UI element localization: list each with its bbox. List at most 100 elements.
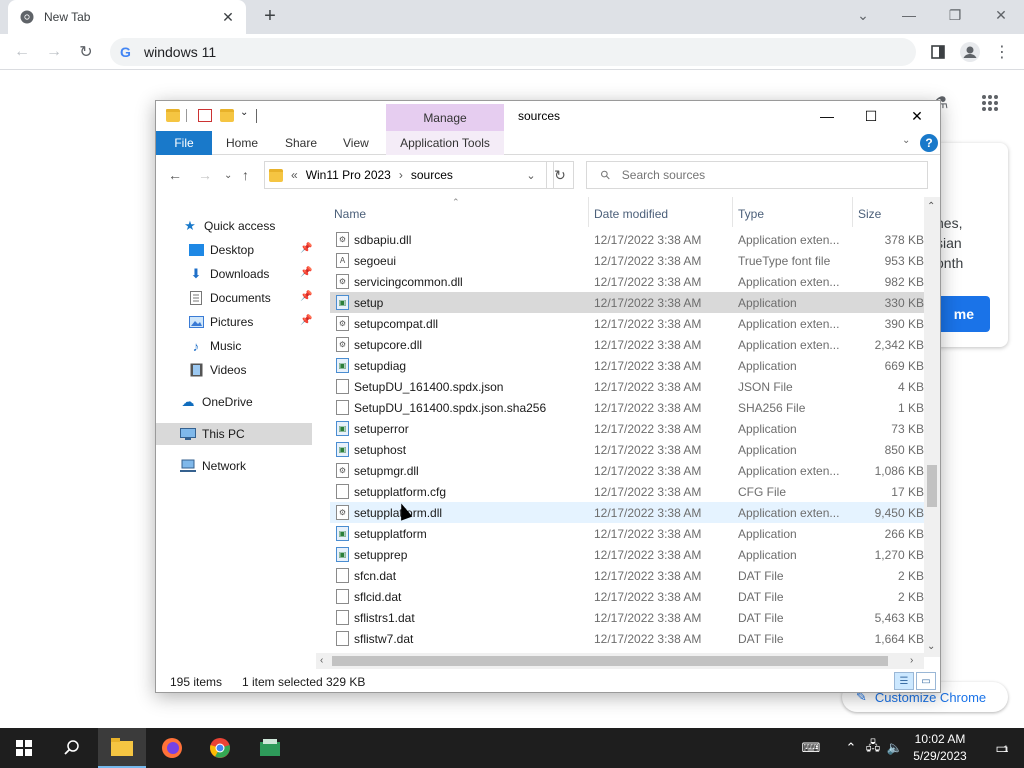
file-row[interactable]: sflistw7.dat 12/17/2022 3:38 AM DAT File 1,… [330,628,926,649]
file-row[interactable]: ▣ setuphost 12/17/2022 3:38 AM Application 8… [330,439,926,460]
column-divider[interactable] [588,197,589,227]
nav-desktop[interactable]: Desktop [188,239,254,261]
nav-documents[interactable]: Documents [188,287,271,309]
details-view-icon[interactable]: ☰ [894,672,914,690]
vertical-scrollbar[interactable]: ⌃ ⌄ [924,197,940,657]
file-row[interactable]: ⚙ servicingcommon.dll 12/17/2022 3:38 AM Ap… [330,271,926,292]
file-row[interactable]: sfcn.dat 12/17/2022 3:38 AM DAT File 2 KB [330,565,926,586]
column-divider[interactable] [852,197,853,227]
column-divider[interactable] [732,197,733,227]
chrome-menu-icon[interactable]: ⋮ [990,40,1014,64]
tab-close-icon[interactable]: ✕ [218,7,238,27]
scroll-down-icon[interactable]: ⌄ [927,641,935,652]
tab-application-tools[interactable]: Application Tools [386,131,504,155]
taskbar-clock[interactable]: 10:02 AM 5/29/2023 [908,731,972,765]
nav-videos[interactable]: Videos [188,359,246,381]
reload-icon[interactable]: ↻ [74,40,98,64]
back-icon[interactable]: ← [168,167,182,183]
file-row[interactable]: ⚙ setupmgr.dll 12/17/2022 3:38 AM Applicati… [330,460,926,481]
breadcrumb-separator[interactable]: › [399,168,403,182]
scroll-thumb[interactable] [332,656,888,666]
network-status-icon[interactable]: 🖧 [862,737,884,759]
nav-pictures[interactable]: Pictures [188,311,253,333]
volume-muted-icon[interactable]: 🔈 [884,740,906,756]
start-button[interactable] [0,728,48,768]
pin-icon[interactable]: 📌 [300,243,312,254]
forward-icon[interactable]: → [198,167,212,183]
nav-music[interactable]: ♪ Music [188,335,242,357]
file-row[interactable]: SetupDU_161400.spdx.json 12/17/2022 3:38 … [330,376,926,397]
expand-ribbon-icon[interactable]: ⌄ [902,135,910,146]
omnibox-input[interactable] [144,44,744,60]
explorer-close-icon[interactable]: ✕ [894,101,940,131]
file-row[interactable]: ⚙ sdbapiu.dll 12/17/2022 3:38 AM Applicatio… [330,229,926,250]
breadcrumb-win11[interactable]: Win11 Pro 2023 [306,168,391,182]
tab-file[interactable]: File [156,131,212,155]
search-box[interactable]: ⚲ [586,161,928,189]
tab-search-icon[interactable]: ⌄ [840,0,886,30]
up-icon[interactable]: ↑ [242,167,249,183]
explorer-minimize-icon[interactable]: — [804,101,850,131]
scroll-up-icon[interactable]: ⌃ [927,201,935,212]
file-row[interactable]: ▣ setuperror 12/17/2022 3:38 AM Application… [330,418,926,439]
nav-onedrive[interactable]: ☁ OneDrive [180,391,253,413]
file-row[interactable]: sflcid.dat 12/17/2022 3:38 AM DAT File 2 KB [330,586,926,607]
google-apps-icon[interactable] [982,95,998,111]
nav-quick-access[interactable]: ★ Quick access [182,215,275,237]
file-row[interactable]: ⚙ setupcore.dll 12/17/2022 3:38 AM Applicat… [330,334,926,355]
close-icon[interactable]: ✕ [978,0,1024,30]
file-row[interactable]: SetupDU_161400.spdx.json.sha256 12/17/202… [330,397,926,418]
tab-home[interactable]: Home [226,131,258,155]
large-icons-view-icon[interactable]: ▭ [916,672,936,690]
scroll-thumb[interactable] [927,465,937,507]
file-row[interactable]: ▣ setupplatform 12/17/2022 3:38 AM Applicat… [330,523,926,544]
nav-this-pc[interactable]: This PC [156,423,312,445]
file-row[interactable]: ▣ setupdiag 12/17/2022 3:38 AM Application 6… [330,355,926,376]
tab-view[interactable]: View [343,131,369,155]
recent-locations-icon[interactable]: ⌄ [224,170,232,181]
show-hidden-icons-icon[interactable]: ⌃ [840,740,862,756]
address-dropdown-icon[interactable]: ⌄ [520,161,542,189]
search-taskbar-button[interactable] [48,728,96,768]
chrome-tab-new-tab[interactable]: New Tab ✕ [8,0,246,34]
restore-icon[interactable]: ❐ [932,0,978,30]
minimize-icon[interactable]: — [886,0,932,30]
new-folder-icon[interactable] [220,109,234,122]
omnibox[interactable]: G [110,38,916,66]
side-panel-icon[interactable] [926,40,950,64]
address-bar[interactable]: « Win11 Pro 2023 › sources [264,161,554,189]
pin-icon[interactable]: 📌 [300,291,312,302]
breadcrumb-sources[interactable]: sources [411,168,453,182]
scroll-left-icon[interactable]: ‹ [320,655,323,666]
back-icon[interactable]: ← [10,40,34,64]
profile-avatar-icon[interactable] [958,40,982,64]
file-row[interactable]: sflistrs1.dat 12/17/2022 3:38 AM DAT File 5… [330,607,926,628]
tab-share[interactable]: Share [285,131,317,155]
nav-downloads[interactable]: ⬇ Downloads [188,263,270,285]
manage-tab[interactable]: Manage [386,104,504,131]
column-date[interactable]: Date modified [594,207,668,221]
properties-icon[interactable] [198,109,212,122]
forward-icon[interactable]: → [42,40,66,64]
explorer-maximize-icon[interactable]: ☐ [848,101,894,131]
taskbar-chrome[interactable] [196,728,244,768]
taskbar-firefox[interactable] [148,728,196,768]
file-row[interactable]: ⚙ setupplatform.dll 12/17/2022 3:38 AM Appl… [330,502,926,523]
breadcrumb-overflow[interactable]: « [291,168,298,182]
horizontal-scrollbar[interactable]: ‹ › [316,653,924,669]
column-type[interactable]: Type [738,207,764,221]
column-name[interactable]: Name [334,207,366,221]
file-row[interactable]: ▣ setupprep 12/17/2022 3:38 AM Application 1… [330,544,926,565]
nav-network[interactable]: Network [180,455,246,477]
customize-qa-icon[interactable]: ⌄ [240,107,254,120]
touch-keyboard-icon[interactable]: ⌨ [796,740,826,756]
scroll-right-icon[interactable]: › [910,655,913,666]
notification-center-icon[interactable]: ▭ 1 [980,728,1024,768]
file-row[interactable]: Asegoeui 12/17/2022 3:38 AM TrueType font … [330,250,926,271]
new-tab-button[interactable]: + [258,5,282,29]
file-row[interactable]: setupplatform.cfg 12/17/2022 3:38 AM CFG F… [330,481,926,502]
taskbar-file-explorer[interactable] [98,728,146,768]
pin-icon[interactable]: 📌 [300,315,312,326]
pin-icon[interactable]: 📌 [300,267,312,278]
file-row[interactable]: ▣ setup 12/17/2022 3:38 AM Application 330 K… [330,292,926,313]
